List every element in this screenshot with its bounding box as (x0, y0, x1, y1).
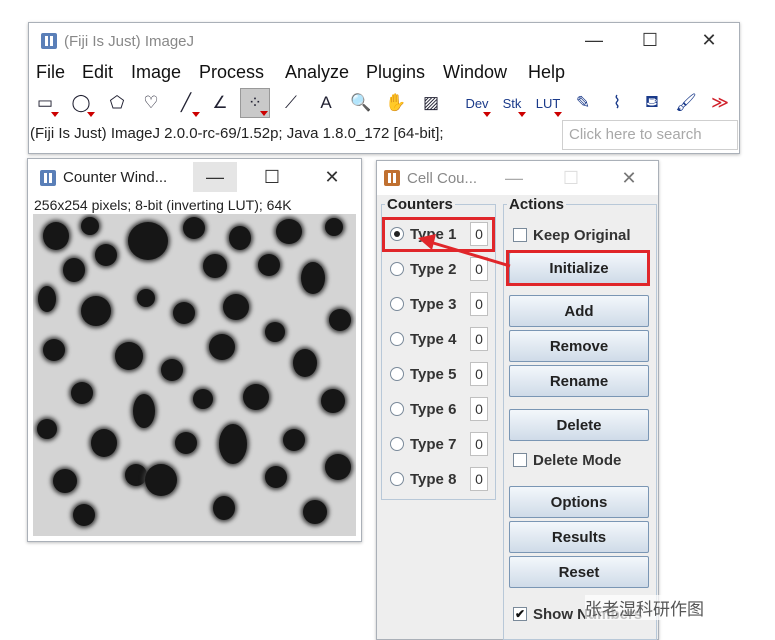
keep-original-checkbox[interactable]: Keep Original (513, 224, 631, 246)
menu-window[interactable]: Window (443, 62, 507, 83)
magnifier-tool-icon[interactable]: 🔍 (346, 88, 376, 118)
close-button[interactable]: ✕ (310, 162, 354, 192)
add-button[interactable]: Add (509, 295, 649, 327)
freehand-tool-icon[interactable]: ♡ (136, 88, 166, 118)
more-tools-icon[interactable]: ≫ (705, 88, 735, 118)
radio-icon (390, 402, 404, 416)
paintbrush-tool-icon[interactable]: 🖌 (671, 88, 701, 118)
menu-analyze[interactable]: Analyze (285, 62, 349, 83)
check-icon: ✔ (513, 607, 527, 621)
micrograph-image[interactable] (33, 214, 356, 536)
status-bar: (Fiji Is Just) ImageJ 2.0.0-rc-69/1.52p;… (30, 125, 444, 142)
highlight-initialize (506, 250, 650, 286)
polygon-tool-icon[interactable]: ⬠ (102, 88, 132, 118)
minimize-button[interactable]: — (572, 25, 616, 55)
color-picker-tool-icon[interactable]: ▨ (416, 88, 446, 118)
maximize-button[interactable]: ☐ (549, 163, 593, 193)
actions-title: Actions (507, 196, 567, 213)
delete-button[interactable]: Delete (509, 409, 649, 441)
pencil-tool-icon[interactable]: ✎ (568, 88, 598, 118)
type-5-radio[interactable]: Type 5 (390, 362, 456, 386)
type-4-count: 0 (470, 327, 488, 351)
cell-counter-title: Cell Cou... (407, 170, 478, 187)
image-info: 256x254 pixels; 8-bit (inverting LUT); 6… (34, 197, 292, 213)
radio-icon (390, 332, 404, 346)
maximize-button[interactable]: ☐ (250, 162, 294, 192)
oval-tool-icon[interactable]: ◯ (66, 88, 96, 118)
brush-tool-icon[interactable]: ⌇ (602, 88, 632, 118)
type-6-radio[interactable]: Type 6 (390, 397, 456, 421)
radio-icon (390, 297, 404, 311)
flood-fill-tool-icon[interactable]: ⛾ (637, 88, 667, 118)
type-8-radio[interactable]: Type 8 (390, 467, 456, 491)
reset-button[interactable]: Reset (509, 556, 649, 588)
counter-titlebar[interactable]: Counter Wind... — ☐ ✕ (28, 159, 361, 192)
annotation-arrow (418, 234, 511, 268)
dev-tool-icon[interactable]: Dev (462, 88, 492, 118)
hand-tool-icon[interactable]: ✋ (381, 88, 411, 118)
radio-icon (390, 472, 404, 486)
menu-edit[interactable]: Edit (82, 62, 113, 83)
type-6-count: 0 (470, 397, 488, 421)
menu-image[interactable]: Image (131, 62, 181, 83)
main-window-title: (Fiji Is Just) ImageJ (64, 33, 195, 50)
rectangle-tool-icon[interactable]: ▭ (30, 88, 60, 118)
counter-window-title: Counter Wind... (63, 169, 168, 186)
type-8-count: 0 (470, 467, 488, 491)
checkbox-icon (513, 453, 527, 467)
fiji-icon (40, 170, 56, 186)
delete-mode-checkbox[interactable]: Delete Mode (513, 449, 621, 471)
search-field[interactable]: Click here to search (562, 120, 738, 150)
type-5-count: 0 (470, 362, 488, 386)
results-button[interactable]: Results (509, 521, 649, 553)
menu-help[interactable]: Help (528, 62, 565, 83)
main-titlebar[interactable]: (Fiji Is Just) ImageJ — ☐ ✕ (29, 23, 739, 55)
remove-button[interactable]: Remove (509, 330, 649, 362)
checkbox-icon (513, 228, 527, 242)
type-3-radio[interactable]: Type 3 (390, 292, 456, 316)
fiji-icon (41, 33, 57, 49)
multipoint-tool-icon[interactable]: ⁘ (240, 88, 270, 118)
type-7-radio[interactable]: Type 7 (390, 432, 456, 456)
radio-icon (390, 367, 404, 381)
wand-tool-icon[interactable]: ⟋ (276, 88, 306, 118)
menu-plugins[interactable]: Plugins (366, 62, 425, 83)
rename-button[interactable]: Rename (509, 365, 649, 397)
stk-tool-icon[interactable]: Stk (497, 88, 527, 118)
close-button[interactable]: ✕ (687, 25, 731, 55)
java-icon (384, 170, 400, 186)
cell-counter-titlebar[interactable]: Cell Cou... — ☐ ✕ (377, 161, 658, 195)
text-tool-icon[interactable]: A (311, 88, 341, 118)
line-tool-icon[interactable]: ╱ (171, 88, 201, 118)
lut-tool-icon[interactable]: LUT (533, 88, 563, 118)
watermark: 张老湿科研作图 (585, 595, 704, 620)
options-button[interactable]: Options (509, 486, 649, 518)
maximize-button[interactable]: ☐ (628, 25, 672, 55)
radio-icon (390, 437, 404, 451)
type-4-radio[interactable]: Type 4 (390, 327, 456, 351)
type-7-count: 0 (470, 432, 488, 456)
menu-file[interactable]: File (36, 62, 65, 83)
minimize-button[interactable]: — (193, 162, 237, 192)
type-3-count: 0 (470, 292, 488, 316)
counters-title: Counters (385, 196, 455, 213)
menu-process[interactable]: Process (199, 62, 264, 83)
close-button[interactable]: ✕ (607, 163, 651, 193)
angle-tool-icon[interactable]: ∠ (205, 88, 235, 118)
minimize-button[interactable]: — (492, 163, 536, 193)
